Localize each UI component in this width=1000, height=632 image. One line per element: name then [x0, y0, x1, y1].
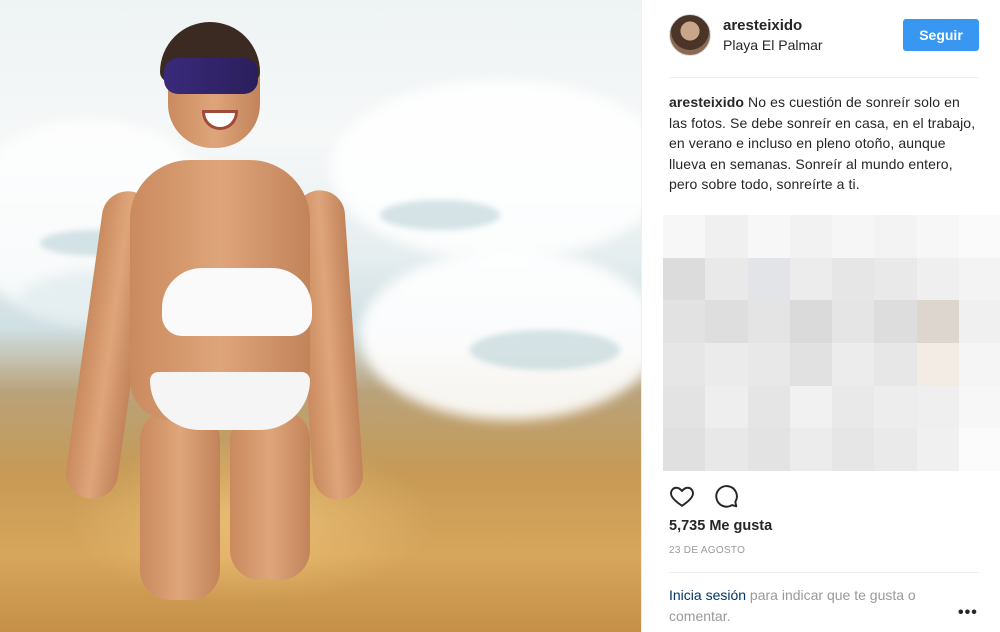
avatar[interactable]	[669, 14, 711, 56]
more-options-icon[interactable]: •••	[958, 604, 978, 622]
post-photo[interactable]	[0, 0, 641, 632]
post-side-panel: aresteixido Playa El Palmar Seguir arest…	[641, 0, 1000, 632]
post-caption: aresteixido No es cuestión de sonreír so…	[669, 92, 981, 195]
login-prompt: Inicia sesión para indicar que te gusta …	[669, 585, 959, 626]
figure-sunglasses	[164, 58, 258, 94]
pixelated-comments-area	[663, 215, 1000, 471]
heart-icon[interactable]	[669, 483, 695, 509]
post-date[interactable]: 23 DE AGOSTO	[669, 545, 745, 556]
comment-icon[interactable]	[713, 483, 739, 509]
follow-button[interactable]: Seguir	[903, 19, 979, 51]
figure-swimsuit-top	[162, 268, 312, 336]
footer-divider	[669, 572, 979, 573]
foam-streak	[470, 330, 620, 370]
caption-author-link[interactable]: aresteixido	[669, 94, 744, 110]
login-link[interactable]: Inicia sesión	[669, 587, 746, 603]
likes-count[interactable]: 5,735 Me gusta	[669, 518, 772, 534]
location-link[interactable]: Playa El Palmar	[723, 37, 823, 53]
header-divider	[669, 77, 979, 78]
person-figure	[62, 20, 410, 600]
figure-leg	[230, 410, 310, 580]
post-header: aresteixido Playa El Palmar Seguir	[669, 14, 982, 58]
figure-swimsuit-bottom	[150, 372, 310, 430]
figure-leg	[140, 410, 220, 600]
username-link[interactable]: aresteixido	[723, 17, 802, 34]
